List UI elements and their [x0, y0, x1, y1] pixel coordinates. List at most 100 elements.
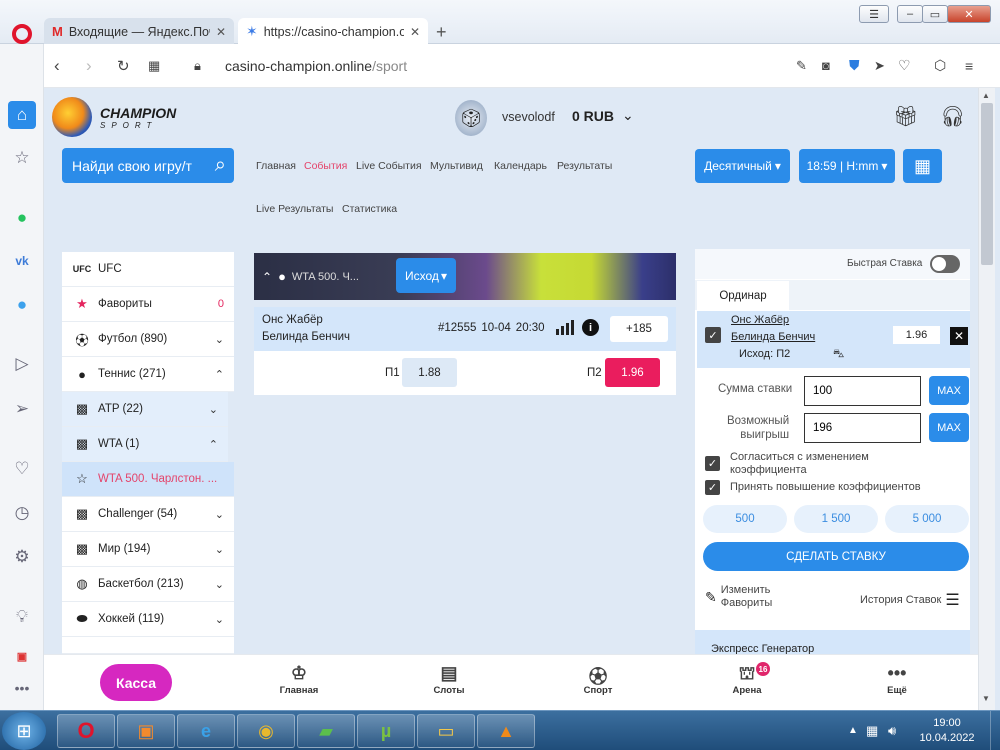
twitter-icon[interactable]: ● [8, 291, 36, 319]
more-sidebar-icon[interactable]: ••• [8, 674, 36, 702]
balance-dropdown[interactable]: 0 RUB ⌄ [572, 107, 634, 124]
minimize-button[interactable]: – [897, 5, 923, 23]
taskbar-ie-icon[interactable]: e [177, 714, 235, 748]
bet-history-link[interactable]: История Ставок ☰ [860, 590, 960, 610]
start-button[interactable]: ⊞ [2, 712, 46, 750]
selection-player2[interactable]: Белинда Бенчич [731, 331, 815, 343]
close-window-button[interactable]: ✕ [947, 5, 991, 23]
bottom-nav-slots[interactable]: ▤ Слоты [409, 663, 489, 696]
sidebar-item-favorites[interactable]: ★ Фавориты 0 [62, 287, 234, 322]
time-format-select[interactable]: 18:59 | H:mm ▾ [799, 149, 895, 183]
more-markets-button[interactable]: +185 [610, 316, 668, 342]
bottom-nav-arena[interactable]: ⛫ Арена [707, 663, 787, 696]
search-tabs-icon[interactable]: ☰ [859, 5, 889, 23]
edit-icon[interactable]: ✎ [796, 58, 807, 74]
taskbar-media-icon[interactable]: ▣ [117, 714, 175, 748]
stake-input[interactable] [804, 376, 921, 406]
show-desktop-button[interactable] [990, 711, 1000, 750]
stake-max-button[interactable]: MAX [929, 376, 969, 405]
outcome-select[interactable]: Исход ▾ [396, 258, 456, 293]
heart-icon[interactable]: ♡ [898, 57, 911, 74]
tray-clock[interactable]: 19:00 10.04.2022 [912, 716, 982, 746]
edit-favorites-link[interactable]: ✎ Изменить Фавориты [705, 584, 772, 610]
user-avatar[interactable]: 🎲︎ [455, 100, 487, 136]
selection-player1[interactable]: Онс Жабёр [731, 314, 789, 326]
favorites-heart-icon[interactable]: ♡ [8, 455, 36, 483]
sidebar-item-ufc[interactable]: UFC UFC [62, 252, 234, 287]
username[interactable]: vsevolodf [502, 110, 555, 124]
new-tab-button[interactable]: + [436, 22, 447, 43]
accept-increase-checkbox[interactable]: ✓ [705, 480, 720, 495]
quick-amount-5000[interactable]: 5 000 [885, 505, 969, 533]
odds-format-select[interactable]: Десятичный ▾ [695, 149, 790, 183]
forward-icon[interactable]: › [86, 56, 92, 76]
opera-menu-icon[interactable] [12, 24, 32, 44]
search-field[interactable]: Найди свою игру/т ⌕ [62, 148, 234, 183]
player-icon[interactable]: ▷ [8, 350, 36, 378]
sidebar-item-challenger[interactable]: ▩ Challenger (54) ⌄ [62, 497, 234, 532]
sidebar-item-basketball[interactable]: ◍ Баскетбол (213) ⌄ [62, 567, 234, 602]
tab-casino-champion[interactable]: ✶ https://casino-champion.or ✕ [238, 18, 428, 45]
p2-odds-button[interactable]: 1.96 [605, 358, 660, 387]
sidebar-item-hockey[interactable]: ⬬ Хоккей (119) ⌄ [62, 602, 234, 637]
express-generator-header[interactable]: Экспресс Генератор [695, 630, 970, 654]
cube-icon[interactable]: ⬡ [934, 57, 946, 74]
nav-results[interactable]: Результаты [557, 160, 612, 172]
quick-amount-500[interactable]: 500 [703, 505, 787, 533]
send-sidebar-icon[interactable]: ➢ [8, 395, 36, 423]
vpn-shield-icon[interactable]: ⛊ [849, 57, 860, 74]
accept-change-checkbox[interactable]: ✓ [705, 456, 720, 471]
sidebar-item-atp[interactable]: ▩ ATP (22) ⌄ [62, 392, 228, 427]
nav-home[interactable]: Главная [256, 160, 296, 172]
taskbar-explorer-icon[interactable]: ▭ [417, 714, 475, 748]
calculator-button[interactable]: ▦ [903, 149, 942, 183]
collapse-icon[interactable]: ⌃ [262, 270, 272, 284]
back-icon[interactable]: ‹ [54, 56, 60, 76]
url-field[interactable]: casino-champion.online/sport [225, 58, 407, 74]
sidebar-item-tennis[interactable]: ● Теннис (271) ⌃ [62, 357, 234, 392]
remove-selection-icon[interactable]: ✕ [950, 327, 968, 345]
sidebar-item-wta[interactable]: ▩ WTA (1) ⌃ [62, 427, 228, 462]
taskbar-vlc-icon[interactable]: ▲ [477, 714, 535, 748]
taskbar-chrome-icon[interactable]: ◉ [237, 714, 295, 748]
tips-bulb-icon[interactable]: 💡︎ [8, 603, 36, 631]
quick-bet-toggle[interactable] [930, 255, 960, 273]
quick-amount-1500[interactable]: 1 500 [794, 505, 878, 533]
history-clock-icon[interactable]: ◷ [8, 499, 36, 527]
whatsapp-icon[interactable]: ● [8, 204, 36, 232]
tab-yandex-mail[interactable]: M Входящие — Яндекс.Почта ✕ [44, 18, 234, 45]
support-headset-icon[interactable]: 🎧︎ [940, 104, 965, 129]
close-icon[interactable]: ✕ [410, 25, 420, 39]
selection-checkbox[interactable]: ✓ [705, 327, 721, 343]
possible-win-input[interactable] [804, 413, 921, 443]
tray-arrow-icon[interactable]: ▲ [848, 725, 858, 736]
place-bet-button[interactable]: СДЕЛАТЬ СТАВКУ [703, 542, 969, 571]
tray-volume-icon[interactable]: 🔊︎ [888, 723, 896, 739]
stats-bars-icon[interactable] [556, 320, 574, 335]
nav-live-results[interactable]: Live Результаты [256, 203, 333, 215]
nav-multiview[interactable]: Мультивид [430, 160, 483, 172]
nav-events[interactable]: События [304, 160, 347, 172]
bookmark-icon[interactable]: ☆ [8, 144, 36, 172]
maximize-button[interactable]: ▭ [922, 5, 948, 23]
info-icon[interactable]: i [582, 319, 599, 336]
taskbar-app-icon[interactable]: ▰ [297, 714, 355, 748]
taskbar-utorrent-icon[interactable]: µ [357, 714, 415, 748]
home-icon[interactable]: ⌂ [8, 101, 36, 129]
send-icon[interactable]: ➤ [874, 58, 885, 74]
vk-icon[interactable]: vk [8, 247, 36, 275]
settings-sliders-icon[interactable]: ≡ [965, 58, 973, 74]
camera-icon[interactable]: ◙ [822, 58, 830, 73]
extension-icon[interactable]: ▣ [8, 642, 36, 670]
site-logo[interactable]: CHAMPION SPORT [52, 96, 202, 138]
nav-live-events[interactable]: Live События [356, 160, 422, 172]
bottom-nav-home[interactable]: ♔ Главная [259, 663, 339, 696]
kassa-button[interactable]: Касса [100, 664, 172, 701]
sidebar-item-world[interactable]: ▩ Мир (194) ⌄ [62, 532, 234, 567]
sidebar-item-football[interactable]: ⚽︎ Футбол (890) ⌄ [62, 322, 234, 357]
tab-single[interactable]: Ординар [697, 281, 789, 310]
speed-dial-icon[interactable]: ▦ [148, 58, 160, 74]
nav-statistics[interactable]: Статистика [342, 203, 397, 215]
bottom-nav-more[interactable]: ••• Ещё [857, 663, 937, 696]
bottom-nav-sport[interactable]: ⚽︎ Спорт [558, 663, 638, 696]
